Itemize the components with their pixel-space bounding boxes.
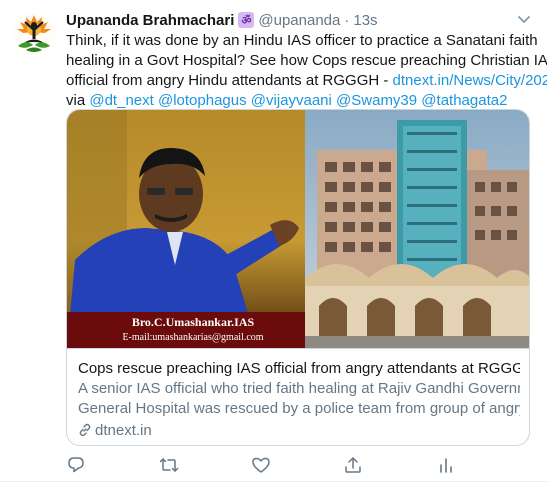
retweet-icon <box>159 458 179 472</box>
separator-dot: · <box>344 11 350 29</box>
analytics-button[interactable] <box>436 455 456 475</box>
tweet-text-line: via @dt_next @lotophagus @vijayvaani @Sw… <box>66 91 536 111</box>
card-description-line: A senior IAS official who tried faith he… <box>78 380 520 397</box>
tweet-header: Upananda Brahmachari ॐ @upananda · 13s <box>66 10 378 30</box>
user-handle[interactable]: @upananda <box>258 12 340 29</box>
mention-link[interactable]: @Swamy39 <box>336 92 417 109</box>
display-name[interactable]: Upananda Brahmachari <box>66 12 234 29</box>
share-icon <box>345 457 361 473</box>
avatar[interactable] <box>12 12 56 56</box>
mention-link[interactable]: @dt_next <box>89 92 153 109</box>
article-link[interactable]: dtnext.in/News/City/2020… <box>393 72 547 89</box>
like-button[interactable] <box>251 455 271 475</box>
via-word: via <box>66 92 86 109</box>
card-title: Cops rescue preaching IAS official from … <box>78 360 520 377</box>
chevron-down-icon <box>518 16 530 23</box>
tweet-actions <box>66 455 496 475</box>
tweet-text-line: healing in a Govt Hospital? See how Cops… <box>66 52 547 69</box>
timestamp[interactable]: 13s <box>353 12 377 29</box>
card-body[interactable]: Cops rescue preaching IAS official from … <box>67 348 529 445</box>
card-description: A senior IAS official who tried faith he… <box>78 379 520 419</box>
om-badge: ॐ <box>238 12 255 28</box>
link-card[interactable]: Bro.C.Umashankar.IAS E-mail:umashankaria… <box>66 109 530 446</box>
tweet-text-segment: official from angry Hindu attendants at … <box>66 72 393 89</box>
reply-button[interactable] <box>66 455 86 475</box>
like-icon <box>252 457 270 473</box>
card-domain: dtnext.in <box>78 420 520 440</box>
card-image[interactable]: Bro.C.Umashankar.IAS E-mail:umashankaria… <box>67 110 530 348</box>
card-description-line: General Hospital was rescued by a police… <box>78 400 520 417</box>
yoga-pose-avatar-icon <box>12 12 56 56</box>
share-button[interactable] <box>343 455 363 475</box>
tweet-text: Think, if it was done by an Hindu IAS of… <box>66 31 547 111</box>
mention-link[interactable]: @tathagata2 <box>421 92 507 109</box>
card-image-caption-email: E-mail:umashankarias@gmail.com <box>122 332 263 343</box>
card-image-caption-name: Bro.C.Umashankar.IAS <box>132 315 255 329</box>
mention-link[interactable]: @vijayvaani <box>251 92 332 109</box>
reply-icon <box>68 457 84 473</box>
analytics-icon <box>440 458 452 473</box>
tweet-text-line: Think, if it was done by an Hindu IAS of… <box>66 32 538 49</box>
card-domain-text: dtnext.in <box>95 421 152 439</box>
more-options-button[interactable] <box>515 10 533 28</box>
retweet-button[interactable] <box>159 455 179 475</box>
mention-link[interactable]: @lotophagus <box>158 92 247 109</box>
tweet-text-line: official from angry Hindu attendants at … <box>66 71 547 91</box>
tweet[interactable]: Upananda Brahmachari ॐ @upananda · 13s T… <box>0 0 547 482</box>
link-icon <box>79 423 91 437</box>
